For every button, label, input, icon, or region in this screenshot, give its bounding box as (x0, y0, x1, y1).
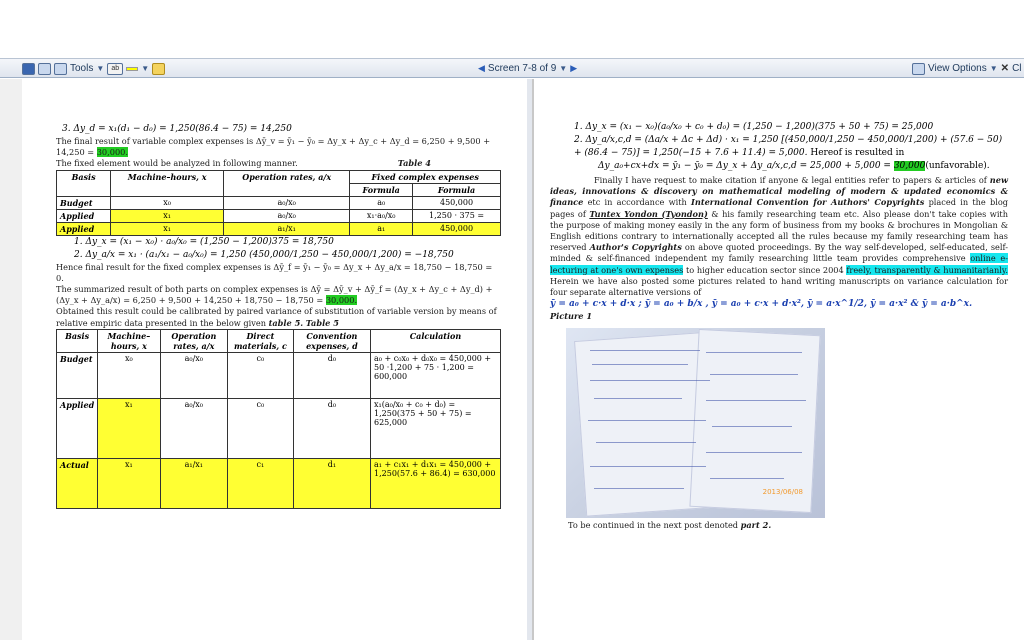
equation-fixed-2: 2. Δy_a/x = x₁ · (a₁/x₁ − a₀/x₀) = 1,250… (74, 249, 454, 260)
screen-navigator: ◀ Screen 7-8 of 9 ▼ ▶ (478, 61, 577, 76)
equation-3: 3. Δy_d = x₁(d₁ − d₀) = 1,250(86.4 − 75)… (62, 124, 292, 134)
highlight-dropdown-icon[interactable]: ▼ (141, 64, 149, 73)
table-row: Applied x₁ a₁/x₁ a₁ 450,000 (55, 221, 501, 236)
versions-formulas: ȳ = a₀ + c·x + d·x ; ȳ = a₀ + b/x , ȳ = … (550, 299, 973, 310)
table-4: Basis Machine–hours, x Operation rates, … (55, 169, 501, 236)
table-5: Basis Machine–hours, x Operation rates, a/… (55, 328, 501, 509)
view-options-group: View Options ▼ ✕ Cl (912, 61, 1022, 76)
highlight-green-1: 30,000. (96, 147, 128, 158)
highlight-color-swatch[interactable] (126, 66, 139, 71)
highlight-icon[interactable]: ab (107, 62, 124, 75)
handwriting-line (588, 420, 706, 422)
paragraph-fixed-result: Hence final result for the fixed complex… (56, 261, 493, 283)
screen-dropdown-icon[interactable]: ▼ (559, 64, 567, 73)
table4-caption: The fixed element would be analyzed in f… (56, 158, 431, 169)
handwriting-line (590, 350, 700, 352)
view-options-dropdown-icon[interactable]: ▼ (990, 64, 998, 73)
highlight-green-2: 30,000. (325, 295, 358, 306)
view-options-icon (912, 62, 925, 75)
table-row: Applied x₁ a₀/x₀ x₁·a₀/x₀ 1,250 · 375 = (55, 208, 501, 223)
equation-r1: 1. Δy_x = (x₁ − x₀)(a₀/x₀ + c₀ + d₀) = (… (574, 122, 934, 132)
equation-r3: Δy_a₀+cx+dx = ȳ₁ − ȳ₀ = Δy_x + Δy_a/x,c,… (598, 161, 990, 171)
handwriting-line (596, 442, 696, 444)
tools-menu[interactable]: Tools (70, 63, 93, 74)
highlight-cyan-2: freely, transparently & humanitarianly. (846, 264, 1009, 275)
handwriting-line (594, 488, 684, 490)
handwriting-line (592, 364, 688, 366)
copyright-paragraph: Finally I have request to make citation … (550, 175, 1009, 298)
table-row: Actual x₁ a₁/x₁ c₁ d₁ a₁ + c₁x₁ + d₁x₁ = 450,… (55, 457, 501, 509)
tools-icon (54, 62, 67, 75)
screen-counter[interactable]: Screen 7-8 of 9 (488, 63, 556, 74)
handwriting-line (710, 374, 798, 376)
paragraph-summary: The summarized result of both parts on c… (56, 284, 493, 306)
left-page: 3. Δy_d = x₁(d₁ − d₀) = 1,250(86.4 − 75)… (22, 79, 527, 640)
paragraph-variable-result: The final result of variable complex exp… (56, 136, 491, 158)
picture-label: Picture 1 (550, 311, 593, 322)
photo-date-stamp: 2013/06/08 (762, 488, 803, 497)
reading-toolbar: Tools ▼ ab ▼ ◀ Screen 7-8 of 9 ▼ ▶ View … (0, 58, 1024, 78)
handwriting-line (594, 398, 682, 400)
table-row: Budget x₀ a₀/x₀ a₀ 450,000 (55, 195, 501, 210)
previous-screen-icon[interactable]: ◀ (478, 63, 485, 74)
continued-note: To be continued in the next post denoted… (568, 520, 772, 531)
handwriting-line (712, 426, 792, 428)
view-options-menu[interactable]: View Options (928, 63, 987, 74)
close-icon[interactable]: ✕ (1001, 63, 1009, 74)
print-icon[interactable] (38, 62, 51, 75)
paragraph-calibration: Obtained this result could be calibrated… (56, 306, 497, 328)
manuscript-photo: 2013/06/08 (566, 328, 825, 519)
equation-fixed-1: 1. Δy_x = (x₁ − x₀) · a₀/x₀ = (1,250 − 1… (74, 236, 334, 247)
next-screen-icon[interactable]: ▶ (570, 63, 577, 74)
table-row: Applied x₁ a₀/x₀ c₀ d₀ x₁(a₀/x₀ + c₀ + d₀) = … (55, 397, 501, 459)
manuscript-sheet-right (689, 329, 821, 514)
highlight-green-3: 30,000 (893, 161, 926, 171)
handwriting-line (706, 452, 802, 454)
save-icon[interactable] (22, 62, 35, 75)
comment-icon[interactable] (152, 62, 166, 75)
right-page: 1. Δy_x = (x₁ − x₀)(a₀/x₀ + c₀ + d₀) = (… (532, 79, 1024, 640)
toolbar-left-group: Tools ▼ ab ▼ (22, 61, 166, 76)
left-gutter (0, 79, 22, 640)
handwriting-line (590, 466, 706, 468)
handwriting-line (706, 352, 802, 354)
equation-r2: 2. Δy_a/x,c,d = (Δa/x + Δc + Δd) · x₁ = … (574, 135, 1003, 158)
handwriting-line (710, 478, 784, 480)
tools-dropdown-icon[interactable]: ▼ (96, 64, 104, 73)
handwriting-line (590, 380, 710, 382)
handwriting-line (706, 400, 806, 402)
close-label[interactable]: Cl (1012, 63, 1021, 74)
table-row: Budget x₀ a₀/x₀ c₀ d₀ a₀ + c₀x₀ + d₀x₀ = 450,… (55, 351, 501, 399)
